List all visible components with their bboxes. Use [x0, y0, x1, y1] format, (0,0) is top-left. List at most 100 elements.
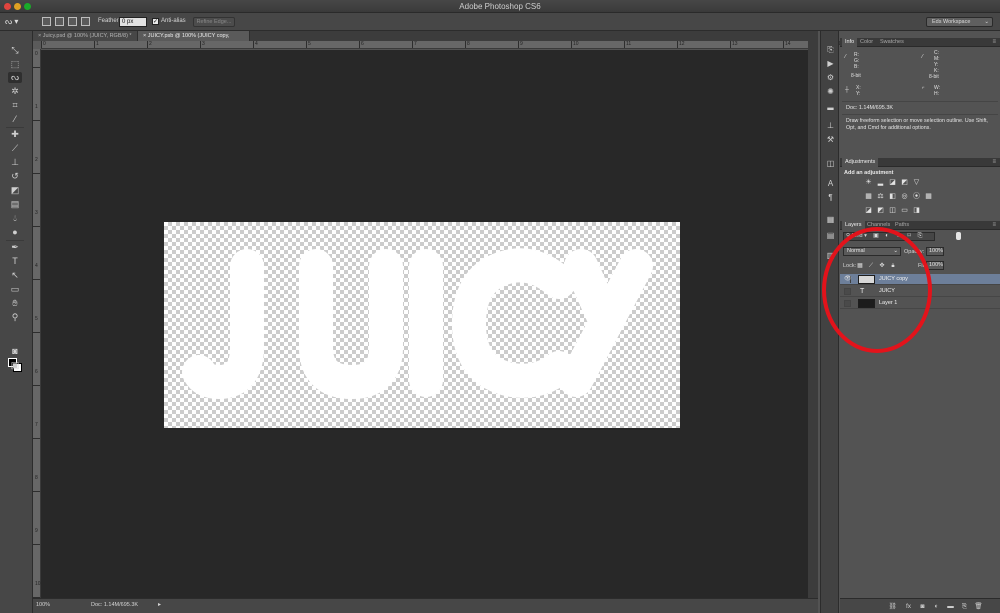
notes-panel-icon[interactable]: ▤: [824, 230, 837, 241]
ruler-tick-label: 9: [35, 528, 38, 534]
color-balance-icon[interactable]: ⚖: [876, 193, 885, 201]
histogram-icon[interactable]: ▂: [824, 100, 837, 111]
panel-menu-icon[interactable]: ≡: [992, 158, 996, 167]
levels-icon[interactable]: ▂: [876, 179, 885, 187]
ruler-tick-label: 3: [202, 41, 205, 47]
new-layer-icon[interactable]: ⎘: [960, 602, 969, 611]
panel-menu-icon[interactable]: ≡: [992, 221, 996, 230]
tab-swatches[interactable]: Swatches: [877, 38, 907, 47]
tab-paths[interactable]: Paths: [892, 221, 912, 230]
layer-style-icon[interactable]: fx: [904, 602, 913, 611]
blur-tool-icon[interactable]: 💧︎: [8, 213, 22, 224]
marquee-tool-icon[interactable]: ⬚: [8, 59, 22, 70]
link-layers-icon[interactable]: ⛓: [888, 602, 897, 611]
delete-layer-icon[interactable]: 🗑︎: [974, 602, 983, 611]
invert-icon[interactable]: ◪: [864, 207, 873, 215]
document-canvas[interactable]: [164, 222, 680, 428]
brightness-contrast-icon[interactable]: ☀: [864, 179, 873, 187]
tab-juicy-psb[interactable]: × JUICY.psb @ 100% (JUICY copy, RGB/8): [138, 31, 250, 49]
styles-panel-icon[interactable]: ▦: [824, 214, 837, 225]
channel-mixer-icon[interactable]: ⦿: [912, 193, 921, 201]
curves-icon[interactable]: ◪: [888, 179, 897, 187]
tool-presets-icon[interactable]: ⚒: [824, 134, 837, 145]
crop-tool-icon[interactable]: ⌗: [8, 100, 22, 111]
tab-adjustments[interactable]: Adjustments: [842, 158, 879, 167]
eyedropper-icon: ⁄: [922, 54, 923, 60]
brush-presets-icon[interactable]: ✺: [824, 86, 837, 97]
screen-mode-icon[interactable]: ▣: [8, 360, 22, 371]
vertical-scrollbar[interactable]: [808, 31, 818, 598]
horizontal-ruler[interactable]: 0123456789101112131415: [41, 41, 844, 49]
panel-menu-icon[interactable]: ≡: [992, 38, 996, 47]
feather-input[interactable]: 0 px: [119, 17, 147, 27]
color-lookup-icon[interactable]: ▦: [924, 193, 933, 201]
intersect-selection-icon[interactable]: [81, 17, 90, 26]
gradient-map-icon[interactable]: ▭: [900, 207, 909, 215]
filter-toggle[interactable]: [956, 232, 961, 240]
paragraph-panel-icon[interactable]: ¶: [824, 192, 837, 203]
antialias-checkbox[interactable]: ✓: [152, 18, 159, 25]
lasso-tool-icon[interactable]: ᔓ: [8, 72, 22, 83]
document-tabs: × Juicy.psd @ 100% (JUICY, RGB/8) * × JU…: [33, 31, 818, 49]
exposure-icon[interactable]: ◩: [900, 179, 909, 187]
opacity-input[interactable]: 100%: [926, 247, 944, 256]
black-white-icon[interactable]: ◧: [888, 193, 897, 201]
refine-edge-button[interactable]: Refine Edge...: [193, 17, 235, 27]
properties-panel-icon[interactable]: ⚙: [824, 72, 837, 83]
hue-saturation-icon[interactable]: ▦: [864, 193, 873, 201]
threshold-icon[interactable]: ◫: [888, 207, 897, 215]
gradient-tool-icon[interactable]: ▤: [8, 199, 22, 210]
options-bar: ᔓ ▾ Feather: 0 px ✓ Anti-alias Refine Ed…: [0, 13, 1000, 31]
status-menu-arrow-icon[interactable]: ▸: [158, 601, 161, 608]
posterize-icon[interactable]: ◩: [876, 207, 885, 215]
type-tool-icon[interactable]: T: [8, 256, 22, 267]
clone-source-icon[interactable]: ⊥: [824, 120, 837, 131]
crosshair-icon: ┼: [845, 87, 849, 93]
ruler-tick-label: 2: [149, 41, 152, 47]
selective-color-icon[interactable]: ◨: [912, 207, 921, 215]
hand-tool-icon[interactable]: ✋︎: [8, 298, 22, 309]
new-selection-icon[interactable]: [42, 17, 51, 26]
eraser-tool-icon[interactable]: ◩: [8, 185, 22, 196]
new-adjustment-layer-icon[interactable]: ◐: [932, 602, 941, 611]
tab-color[interactable]: Color: [857, 38, 876, 47]
lasso-tool-preset-icon[interactable]: ᔓ ▾: [5, 16, 18, 27]
subtract-from-selection-icon[interactable]: [68, 17, 77, 26]
smart-object-filter-icon[interactable]: ⎘: [916, 233, 924, 240]
clone-stamp-tool-icon[interactable]: ⊥: [8, 157, 22, 168]
actions-play-icon[interactable]: ▶: [824, 58, 837, 69]
dodge-tool-icon[interactable]: ●: [8, 227, 22, 238]
ruler-tick-label: 9: [520, 41, 523, 47]
vibrance-icon[interactable]: ▽: [912, 179, 921, 187]
photo-filter-icon[interactable]: ◎: [900, 193, 909, 201]
quick-mask-icon[interactable]: ◙: [8, 346, 22, 357]
healing-brush-tool-icon[interactable]: ✚: [8, 129, 22, 140]
ruler-tick-label: 7: [414, 41, 417, 47]
ruler-tick-label: 14: [785, 41, 791, 47]
brush-tool-icon[interactable]: ⟋: [8, 143, 22, 154]
navigator-icon[interactable]: ◫: [824, 158, 837, 169]
move-tool-icon[interactable]: ⤡: [8, 45, 22, 56]
pen-tool-icon[interactable]: ✒︎: [8, 242, 22, 253]
ruler-tick-label: 6: [361, 41, 364, 47]
shape-tool-icon[interactable]: ▭: [8, 284, 22, 295]
app-title: Adobe Photoshop CS6: [459, 2, 541, 11]
add-to-selection-icon[interactable]: [55, 17, 64, 26]
vertical-ruler[interactable]: 0 1 2 3 4 5 6 7 8 9 10: [33, 49, 41, 598]
new-group-icon[interactable]: ▬: [946, 602, 955, 611]
ruler-tick-label: 13: [732, 41, 738, 47]
workspace-select[interactable]: Eds Workspace ⌄: [926, 17, 993, 27]
zoom-tool-icon[interactable]: ⚲: [8, 312, 22, 323]
history-brush-tool-icon[interactable]: ↺: [8, 171, 22, 182]
ruler-origin[interactable]: [33, 41, 41, 49]
path-selection-tool-icon[interactable]: ↖: [8, 270, 22, 281]
tab-info[interactable]: Info: [842, 38, 858, 47]
history-panel-icon[interactable]: ⎘: [824, 44, 837, 55]
add-mask-icon[interactable]: ◙: [918, 602, 927, 611]
tab-juicy-psd[interactable]: × Juicy.psd @ 100% (JUICY, RGB/8) *: [33, 31, 138, 41]
zoom-level[interactable]: 100%: [36, 602, 50, 608]
magic-wand-tool-icon[interactable]: ✲: [8, 86, 22, 97]
info-doc-size: Doc: 1.14M/695.3K: [846, 105, 894, 111]
character-panel-icon[interactable]: A: [824, 178, 837, 189]
eyedropper-tool-icon[interactable]: ⁄: [8, 114, 22, 125]
